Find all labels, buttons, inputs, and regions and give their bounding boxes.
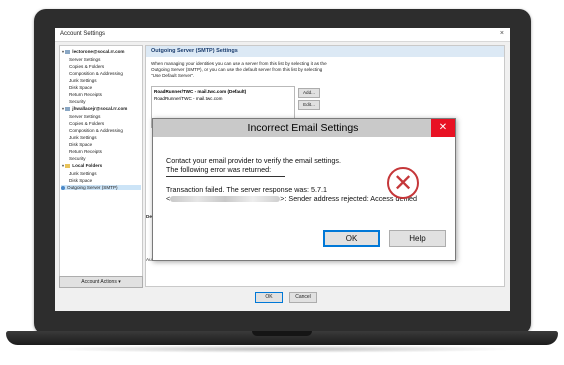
tree-item[interactable]: Copies & Folders	[69, 121, 104, 126]
tree-item[interactable]: Return Receipts	[69, 92, 102, 97]
error-dialog: Incorrect Email Settings ✕ Contact your …	[152, 118, 456, 261]
authentication-label: Au	[146, 257, 152, 262]
message-line: < >: Sender address rejected: Access deni…	[166, 194, 418, 203]
mail-account-icon	[65, 49, 71, 54]
laptop-notch	[252, 331, 312, 336]
tree-item[interactable]: Junk Settings	[69, 78, 97, 83]
globe-icon	[61, 185, 65, 190]
tree-item[interactable]: Return Receipts	[69, 149, 102, 154]
mail-account-icon	[65, 106, 71, 111]
redacted-email	[170, 196, 281, 203]
window-close-icon[interactable]: ×	[500, 30, 504, 37]
laptop-shadow	[40, 345, 524, 353]
dialog-ok-button[interactable]: OK	[323, 230, 380, 247]
tree-item[interactable]: Junk Settings	[69, 171, 97, 176]
add-server-button[interactable]: Add...	[298, 88, 320, 98]
tree-item[interactable]: Copies & Folders	[69, 64, 104, 69]
divider	[166, 176, 285, 177]
tree-item[interactable]: Security	[69, 156, 86, 161]
local-folders[interactable]: ▾ Local Folders	[62, 163, 102, 168]
tree-item[interactable]: Junk Settings	[69, 135, 97, 140]
window-titlebar: Account Settings ×	[55, 28, 510, 42]
dialog-help-button[interactable]: Help	[389, 230, 446, 247]
account-actions-button[interactable]: Account Actions ▾	[59, 276, 143, 288]
message-line: Transaction failed. The server response …	[166, 185, 328, 194]
tree-item[interactable]: Server Settings	[69, 114, 100, 119]
tree-item[interactable]: Composition & Addressing	[69, 71, 123, 76]
ok-button[interactable]: OK	[255, 292, 283, 303]
edit-server-button[interactable]: Edit...	[298, 100, 320, 110]
panel-description: When managing your identities you can us…	[151, 61, 327, 78]
tree-item[interactable]: Security	[69, 99, 86, 104]
cancel-button[interactable]: Cancel	[289, 292, 317, 303]
collapse-caret-icon[interactable]: ▾	[62, 49, 64, 54]
tree-item[interactable]: Disk Space	[69, 85, 92, 90]
folder-icon	[65, 163, 71, 168]
message-line: Contact your email provider to verify th…	[166, 156, 341, 165]
dialog-close-icon[interactable]: ✕	[431, 119, 455, 137]
collapse-caret-icon[interactable]: ▾	[62, 163, 64, 168]
panel-header: Outgoing Server (SMTP) Settings	[146, 46, 504, 57]
account-tree: ▾ lectorone@socal.rr.com Server Settings…	[59, 45, 143, 287]
tree-item[interactable]: Disk Space	[69, 142, 92, 147]
message-line: The following error was returned:	[166, 165, 272, 174]
server-list-item[interactable]: RoadRunner/TWC - mail.twc.com	[154, 96, 222, 101]
dropdown-caret-icon: ▾	[118, 279, 121, 285]
dialog-title: Incorrect Email Settings	[247, 122, 359, 134]
dialog-titlebar: Incorrect Email Settings ✕	[153, 119, 455, 137]
outgoing-server-item[interactable]: Outgoing Server (SMTP)	[61, 185, 141, 190]
server-list-item[interactable]: RoadRunner/TWC - mail.twc.com (Default)	[154, 89, 246, 94]
error-icon: ✕	[387, 167, 419, 199]
window-title: Account Settings	[60, 31, 106, 37]
account-lectorone[interactable]: ▾ lectorone@socal.rr.com	[62, 49, 125, 54]
tree-item[interactable]: Server Settings	[69, 57, 100, 62]
tree-item[interactable]: Composition & Addressing	[69, 128, 123, 133]
account-jhwallacejr[interactable]: ▾ jhwallacejr@socal.rr.com	[62, 106, 127, 111]
tree-item[interactable]: Disk Space	[69, 178, 92, 183]
collapse-caret-icon[interactable]: ▾	[62, 106, 64, 111]
dialog-body: Contact your email provider to verify th…	[153, 137, 455, 260]
